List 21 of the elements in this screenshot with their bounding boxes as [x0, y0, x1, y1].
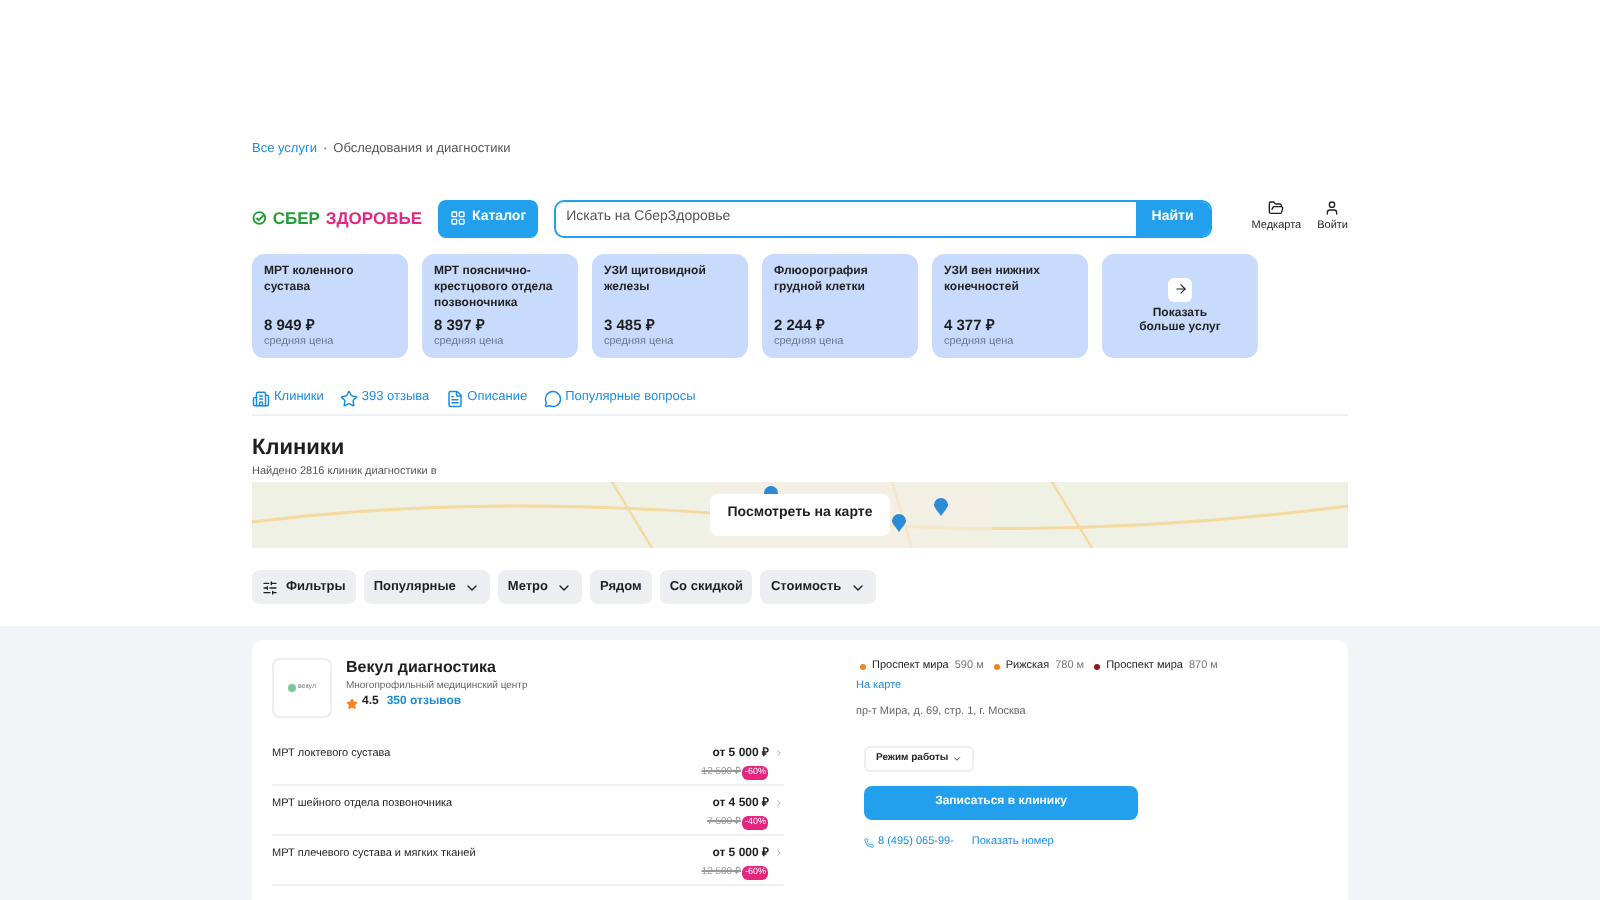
phone-icon [864, 837, 874, 848]
clinic-name: Векул диагностика [346, 658, 499, 678]
logo-check-icon [252, 208, 267, 228]
document-icon [445, 389, 464, 407]
chevron-right-icon [774, 848, 784, 858]
filter-icon [262, 579, 278, 595]
chevron-right-icon [774, 748, 784, 758]
grid-icon [450, 210, 466, 226]
clinics-heading: Клиники [252, 436, 347, 462]
user-icon [1324, 200, 1341, 217]
chevron-right-icon [774, 798, 784, 808]
star-icon [339, 389, 358, 407]
map-pin-icon [892, 514, 906, 532]
chevron-down-icon [952, 754, 963, 764]
logo-text: СБЕР [272, 205, 320, 231]
folder-icon [1268, 200, 1285, 217]
chat-icon [543, 389, 562, 407]
star-icon [346, 697, 358, 709]
map-pin-icon [934, 498, 948, 516]
building-icon [252, 389, 270, 407]
logo-text: ЗДОРОВЬЕ [325, 205, 422, 231]
